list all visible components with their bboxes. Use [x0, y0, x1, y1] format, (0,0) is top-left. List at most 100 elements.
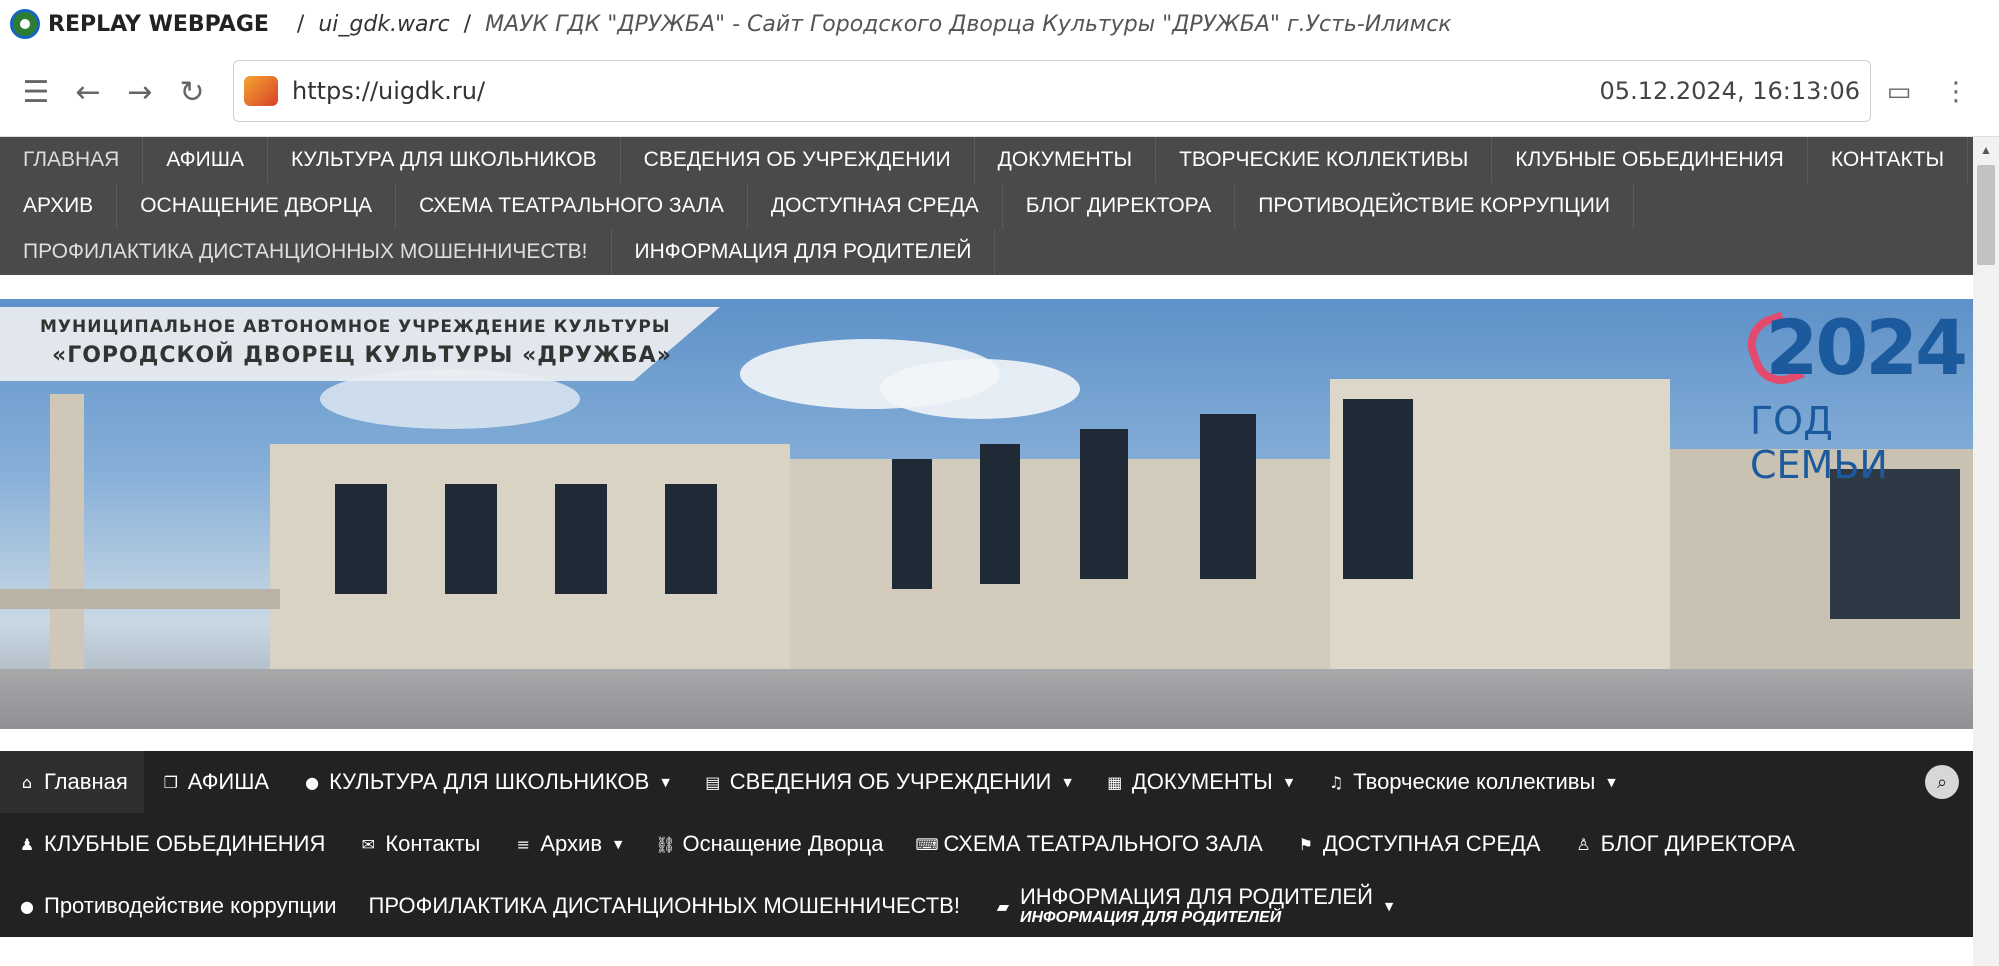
main-menu-item-label: ПРОФИЛАКТИКА ДИСТАНЦИОННЫХ МОШЕННИЧЕСТВ! [368, 893, 960, 918]
comment-icon: ▰ [996, 896, 1010, 916]
page-title: МАУК ГДК "ДРУЖБА" - Сайт Городского Двор… [485, 11, 1452, 37]
user-icon: ♟ [19, 834, 35, 854]
chevron-down-icon: ▼ [1284, 775, 1294, 789]
main-menu-item-equipment[interactable]: ⛓ Оснащение Дворца [638, 813, 899, 875]
main-menu-item-director-blog[interactable]: ♙ БЛОГ ДИРЕКТОРА [1557, 813, 1811, 875]
top-menu-item[interactable]: КУЛЬТУРА ДЛЯ ШКОЛЬНИКОВ [268, 137, 621, 183]
main-menu-item-label: Контакты [385, 831, 481, 856]
window [980, 444, 1020, 584]
window [1200, 414, 1256, 579]
top-menu-item[interactable]: ДОКУМЕНТЫ [975, 137, 1157, 183]
main-menu-item-culture[interactable]: ● КУЛЬТУРА ДЛЯ ШКОЛЬНИКОВ ▼ [285, 751, 686, 813]
banner-caption-line2: «ГОРОДСКОЙ ДВОРЕЦ КУЛЬТУРЫ «ДРУЖБА» [52, 343, 672, 368]
chevron-down-icon: ▼ [614, 837, 623, 851]
window [665, 484, 717, 594]
main-menu-item-archive[interactable]: ≡ Архив ▼ [496, 813, 638, 875]
copy-icon: ❐ [163, 772, 178, 792]
top-menu: ГЛАВНАЯ АФИША КУЛЬТУРА ДЛЯ ШКОЛЬНИКОВ СВ… [0, 137, 1973, 275]
main-menu-item-label: СВЕДЕНИЯ ОБ УЧРЕЖДЕНИИ [729, 769, 1052, 794]
back-arrow-icon[interactable]: ← [62, 66, 114, 118]
main-menu-item-home[interactable]: ⌂ Главная [0, 751, 144, 813]
page-viewport: ГЛАВНАЯ АФИША КУЛЬТУРА ДЛЯ ШКОЛЬНИКОВ СВ… [0, 136, 1999, 966]
main-menu-item-contacts[interactable]: ✉ Контакты [341, 813, 496, 875]
url-bar[interactable]: https://uigdk.ru/ 05.12.2024, 16:13:06 [233, 60, 1871, 122]
top-menu-item[interactable]: ТВОРЧЕСКИЕ КОЛЛЕКТИВЫ [1156, 137, 1493, 183]
top-menu-item[interactable]: БЛОГ ДИРЕКТОРА [1003, 183, 1236, 229]
window [892, 459, 932, 589]
top-menu-item[interactable]: КОНТАКТЫ [1808, 137, 1969, 183]
main-menu-item-anticorruption[interactable]: ● Противодействие коррупции [0, 875, 353, 937]
main-menu-item-label: КУЛЬТУРА ДЛЯ ШКОЛЬНИКОВ [329, 769, 650, 794]
search-icon[interactable]: ⌕ [1925, 765, 1959, 799]
top-menu-item[interactable]: ПРОФИЛАКТИКА ДИСТАНЦИОННЫХ МОШЕННИЧЕСТВ! [0, 229, 612, 275]
top-menu-item[interactable]: СВЕДЕНИЯ ОБ УЧРЕЖДЕНИИ [621, 137, 975, 183]
replay-logo-icon [10, 9, 40, 39]
main-menu-item-documents[interactable]: ▦ ДОКУМЕНТЫ ▼ [1088, 751, 1309, 813]
archive-file-name[interactable]: ui_gdk.warc [318, 12, 449, 37]
year-of-family-logo: 2024 ГОД СЕМЬИ [1739, 303, 1968, 487]
main-menu-item-label: ИНФОРМАЦИЯ ДЛЯ РОДИТЕЛЕЙ [1019, 884, 1373, 910]
replay-brand: REPLAY WEBPAGE [48, 11, 269, 37]
main-menu-item-label: Оснащение Дворца [682, 831, 884, 856]
list-view-icon[interactable]: ☰ [10, 66, 62, 118]
lightbulb-icon: ● [305, 772, 320, 792]
link-icon: ⛓ [655, 834, 676, 854]
logo-year: 2024 [1765, 303, 1968, 392]
main-menu-item-label: Противодействие коррупции [44, 893, 337, 918]
main-menu-item-fraud-prevention[interactable]: ПРОФИЛАКТИКА ДИСТАНЦИОННЫХ МОШЕННИЧЕСТВ! [353, 875, 976, 937]
top-menu-item[interactable]: ДОСТУПНАЯ СРЕДА [748, 183, 1003, 229]
window [445, 484, 497, 594]
top-menu-item[interactable]: ГЛАВНАЯ [0, 137, 144, 183]
top-menu-item[interactable]: ИНФОРМАЦИЯ ДЛЯ РОДИТЕЛЕЙ [612, 229, 996, 275]
top-menu-row: АРХИВ ОСНАЩЕНИЕ ДВОРЦА СХЕМА ТЕАТРАЛЬНОГ… [0, 183, 1973, 229]
main-menu-item-clubs[interactable]: ♟ КЛУБНЫЕ ОБЬЕДИНЕНИЯ [0, 813, 341, 875]
page-scrollbar[interactable]: ▲ [1973, 137, 1999, 966]
main-menu-item-hall-scheme[interactable]: ⌨ СХЕМА ТЕАТРАЛЬНОГО ЗАЛА [900, 813, 1279, 875]
window [1080, 429, 1128, 579]
window [335, 484, 387, 594]
top-menu-item[interactable]: АФИША [143, 137, 268, 183]
top-menu-item[interactable]: АРХИВ [0, 183, 118, 229]
envelope-icon: ✉ [361, 834, 376, 854]
main-menu: ⌂ Главная ❐ АФИША ● КУЛЬТУРА ДЛЯ ШКОЛЬНИ… [0, 751, 1973, 937]
main-menu-row: ● Противодействие коррупции ПРОФИЛАКТИКА… [0, 875, 1409, 937]
monitor-icon[interactable]: ▭ [1879, 72, 1919, 112]
building-tower [50, 394, 84, 684]
flag-icon: ⚑ [1298, 834, 1313, 854]
home-icon: ⌂ [21, 772, 33, 792]
chevron-down-icon: ▼ [1607, 775, 1616, 789]
main-menu-item-label: КЛУБНЫЕ ОБЬЕДИНЕНИЯ [44, 831, 326, 856]
main-menu-item-afisha[interactable]: ❐ АФИША [144, 751, 285, 813]
top-menu-item[interactable]: ОСНАЩЕНИЕ ДВОРЦА [117, 183, 397, 229]
window [555, 484, 607, 594]
chevron-down-icon: ▼ [1063, 775, 1072, 789]
main-menu-row: ♟ КЛУБНЫЕ ОБЬЕДИНЕНИЯ ✉ Контакты ≡ Архив… [0, 813, 1811, 875]
more-vertical-icon[interactable]: ⋮ [1936, 72, 1976, 112]
plaza-ground [0, 669, 1973, 729]
main-menu-item-accessibility[interactable]: ⚑ ДОСТУПНАЯ СРЕДА [1279, 813, 1557, 875]
scrollbar-thumb[interactable] [1977, 165, 1995, 265]
list-icon: ▦ [1107, 772, 1123, 792]
main-menu-item-info[interactable]: ▤ СВЕДЕНИЯ ОБ УЧРЕЖДЕНИИ ▼ [686, 751, 1088, 813]
breadcrumb-separator: / [463, 11, 472, 37]
chevron-down-icon: ▼ [1384, 899, 1394, 913]
main-menu-item-label: ДОСТУПНАЯ СРЕДА [1322, 831, 1541, 856]
main-menu-item-label: СХЕМА ТЕАТРАЛЬНОГО ЗАЛА [943, 831, 1263, 856]
top-menu-item[interactable]: ПРОТИВОДЕЙСТВИЕ КОРРУПЦИИ [1235, 183, 1634, 229]
reload-icon[interactable]: ↻ [166, 66, 218, 118]
top-menu-item[interactable]: КЛУБНЫЕ ОБЬЕДИНЕНИЯ [1492, 137, 1808, 183]
main-menu-row: ⌂ Главная ❐ АФИША ● КУЛЬТУРА ДЛЯ ШКОЛЬНИ… [0, 751, 1632, 813]
forward-arrow-icon[interactable]: → [114, 66, 166, 118]
replay-titlebar: REPLAY WEBPAGE / ui_gdk.warc / МАУК ГДК … [0, 0, 1999, 48]
window [1343, 399, 1413, 579]
url-input[interactable]: https://uigdk.ru/ [292, 77, 1600, 105]
address-row: ☰ ← → ↻ https://uigdk.ru/ 05.12.2024, 16… [0, 48, 1999, 136]
scroll-up-arrow-icon[interactable]: ▲ [1973, 137, 1999, 163]
top-menu-item[interactable]: СХЕМА ТЕАТРАЛЬНОГО ЗАЛА [396, 183, 748, 229]
user-tie-icon: ♙ [1576, 834, 1591, 854]
window [1830, 469, 1960, 619]
main-menu-item-collectives[interactable]: ♫ Творческие коллективы ▼ [1309, 751, 1632, 813]
main-menu-item-parents-info[interactable]: ▰ ИНФОРМАЦИЯ ДЛЯ РОДИТЕЛЕЙ ИНФОРМАЦИЯ ДЛ… [976, 875, 1409, 937]
site-favicon-icon [244, 76, 278, 106]
main-menu-item-label: ДОКУМЕНТЫ [1131, 769, 1273, 794]
